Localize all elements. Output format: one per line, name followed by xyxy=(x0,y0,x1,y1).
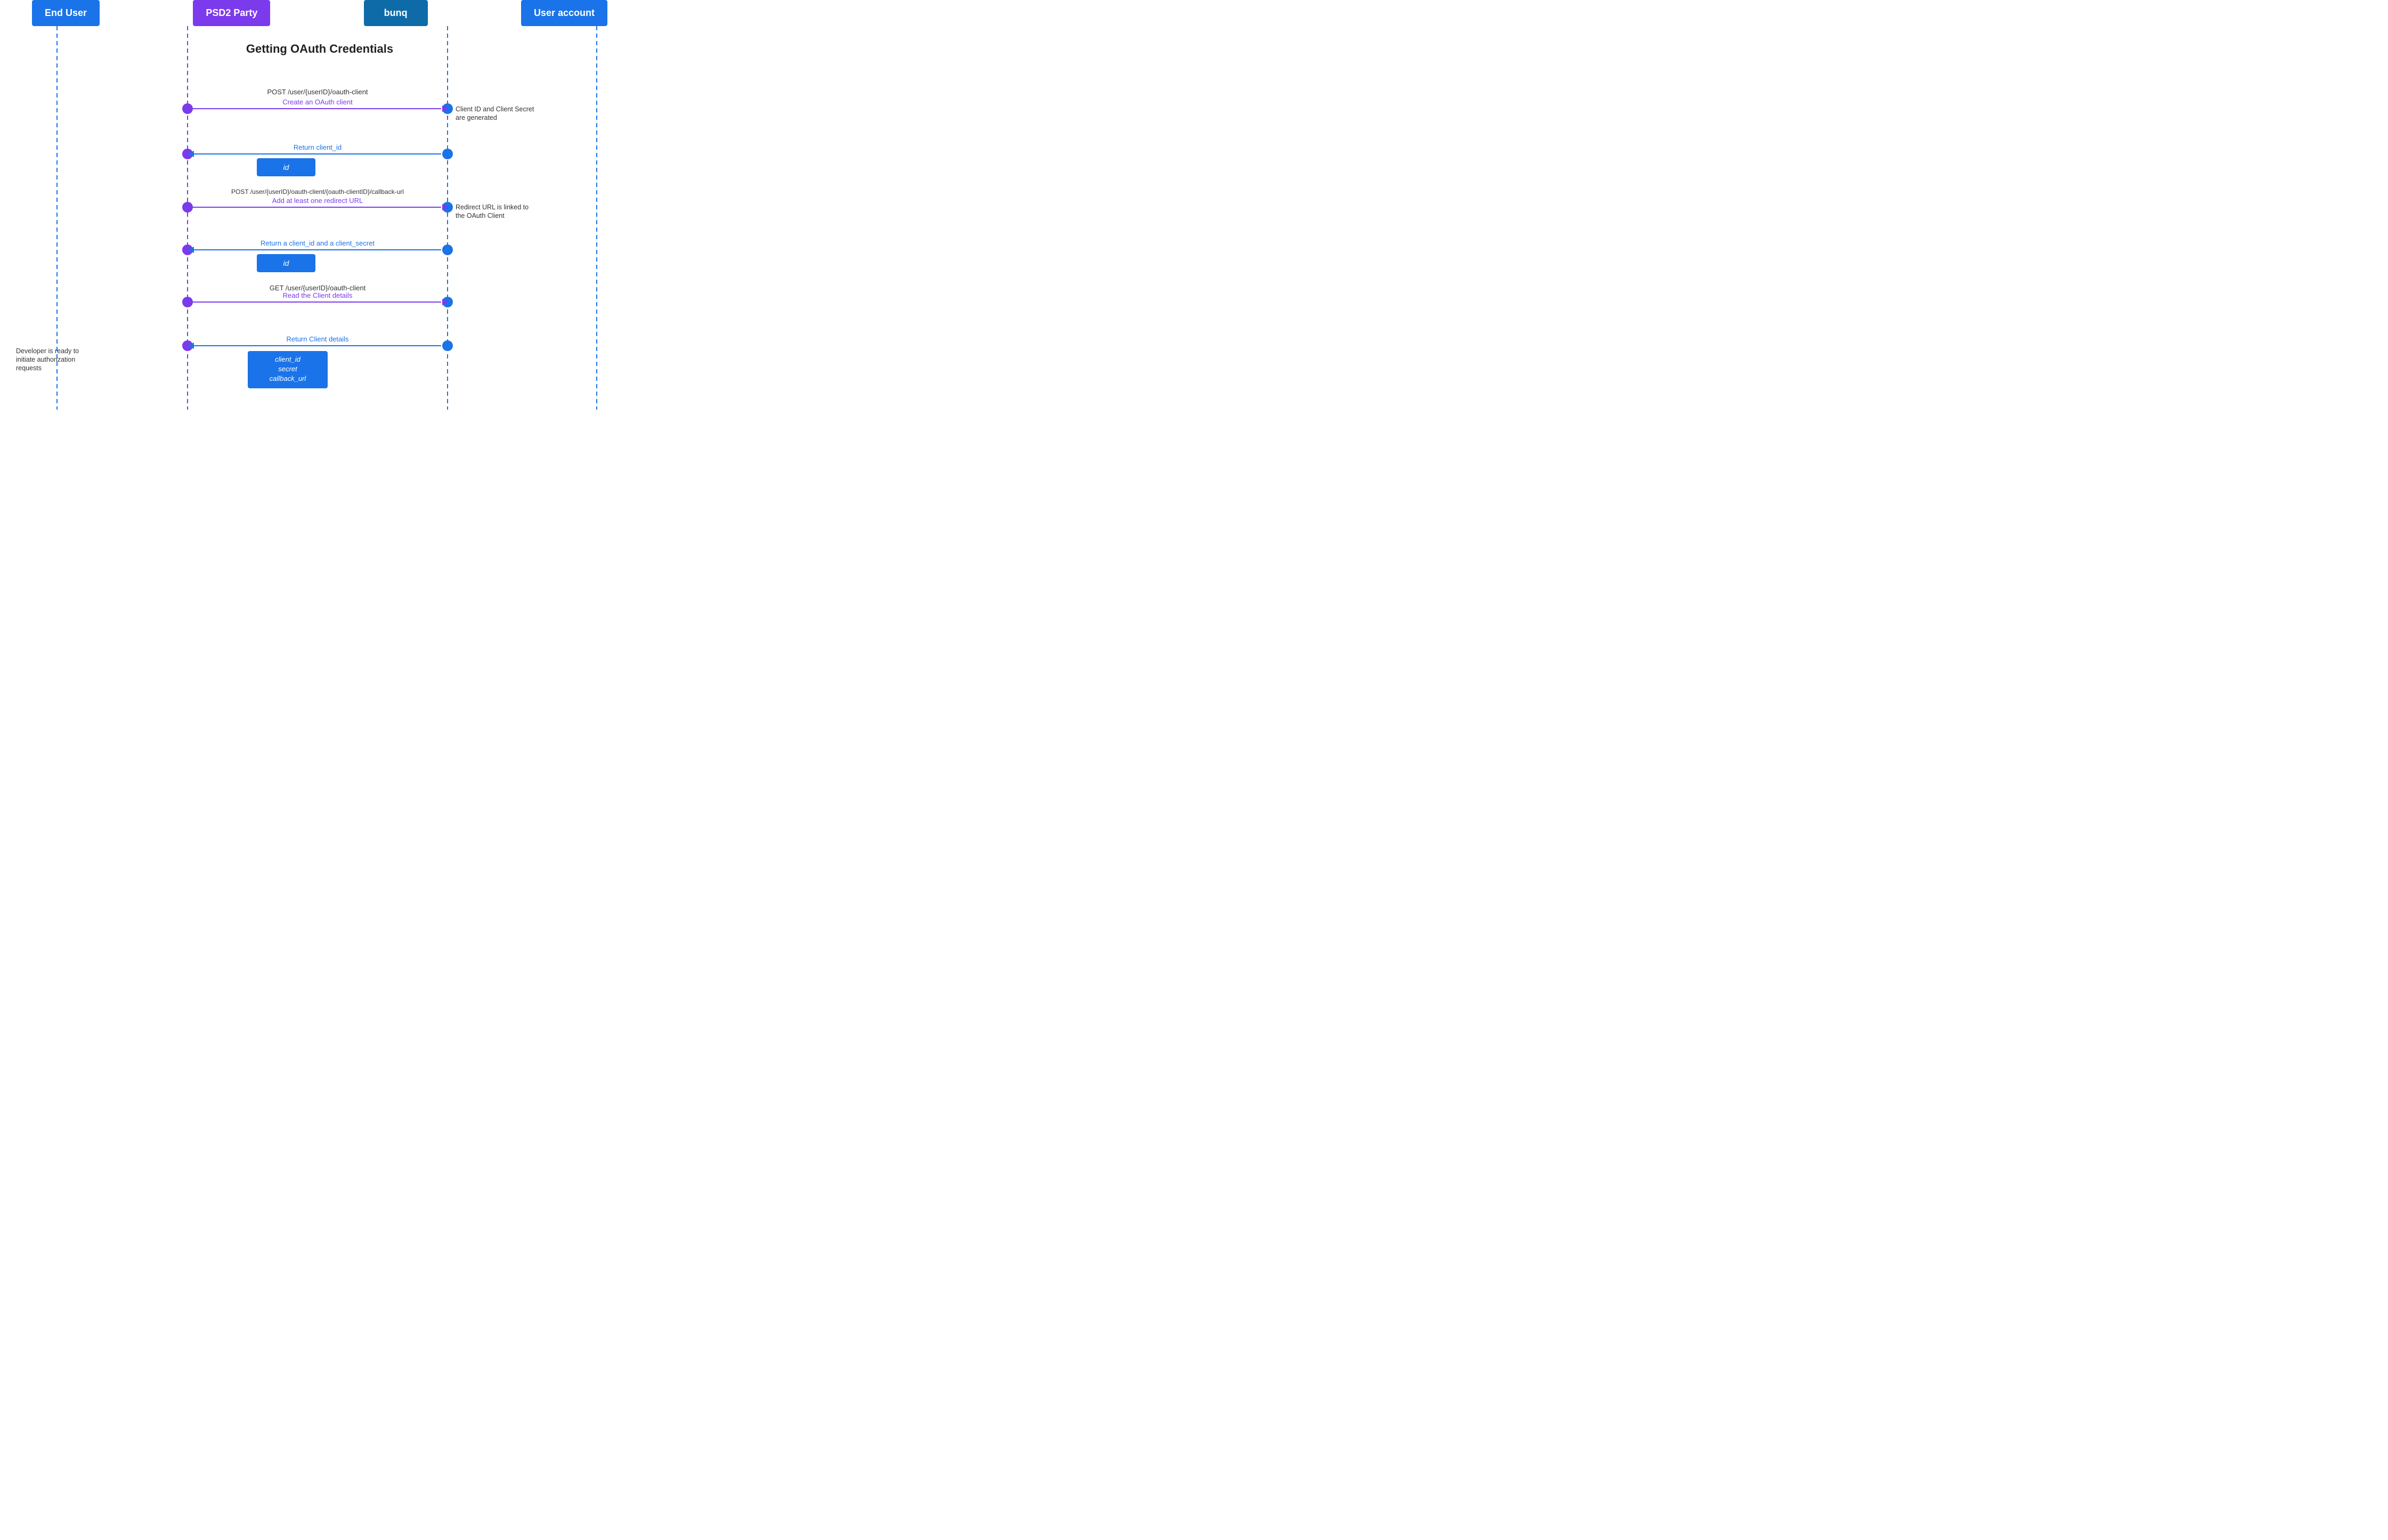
svg-text:Redirect URL is linked to: Redirect URL is linked to xyxy=(456,203,529,211)
svg-text:Developer is ready to: Developer is ready to xyxy=(16,347,79,355)
actor-end-user-label: End User xyxy=(45,7,87,19)
svg-text:POST /user/{userID}/oauth-clie: POST /user/{userID}/oauth-client/{oauth-… xyxy=(231,188,404,195)
svg-text:Add at least one redirect URL: Add at least one redirect URL xyxy=(272,197,363,205)
svg-text:Return Client details: Return Client details xyxy=(286,335,349,343)
svg-text:POST /user/{userID}/oauth-clie: POST /user/{userID}/oauth-client xyxy=(267,88,368,96)
actor-psd2-label: PSD2 Party xyxy=(206,7,257,19)
svg-text:callback_url: callback_url xyxy=(270,374,307,382)
svg-text:are generated: are generated xyxy=(456,114,497,121)
actor-psd2-party: PSD2 Party xyxy=(193,0,270,26)
svg-text:Return a client_id and a clien: Return a client_id and a client_secret xyxy=(261,239,375,247)
svg-text:initiate authorization: initiate authorization xyxy=(16,356,75,363)
svg-text:Create an OAuth client: Create an OAuth client xyxy=(282,98,353,106)
svg-text:GET /user/{userID}/oauth-clien: GET /user/{userID}/oauth-client xyxy=(270,284,366,292)
svg-text:the OAuth Client: the OAuth Client xyxy=(456,212,505,219)
svg-text:id: id xyxy=(283,259,290,267)
diagram-title: Getting OAuth Credentials xyxy=(11,26,629,67)
actor-user-account-label: User account xyxy=(534,7,595,19)
diagram-svg: Create an OAuth client POST /user/{userI… xyxy=(11,26,629,410)
actor-bunq-label: bunq xyxy=(384,7,408,19)
svg-text:Client ID and Client Secret: Client ID and Client Secret xyxy=(456,105,534,113)
svg-text:client_id: client_id xyxy=(275,355,300,363)
actor-user-account: User account xyxy=(521,0,607,26)
actor-bunq: bunq xyxy=(364,0,428,26)
svg-text:id: id xyxy=(283,163,290,172)
svg-text:Read the Client details: Read the Client details xyxy=(283,291,353,299)
actors-row: End User PSD2 Party bunq User account xyxy=(11,0,629,26)
actor-end-user: End User xyxy=(32,0,100,26)
svg-text:secret: secret xyxy=(278,365,298,373)
sequence-area: Getting OAuth Credentials Create an OAut… xyxy=(11,26,629,410)
svg-text:Return client_id: Return client_id xyxy=(294,143,342,151)
svg-text:requests: requests xyxy=(16,364,42,372)
diagram-container: End User PSD2 Party bunq User account Ge… xyxy=(0,0,639,410)
